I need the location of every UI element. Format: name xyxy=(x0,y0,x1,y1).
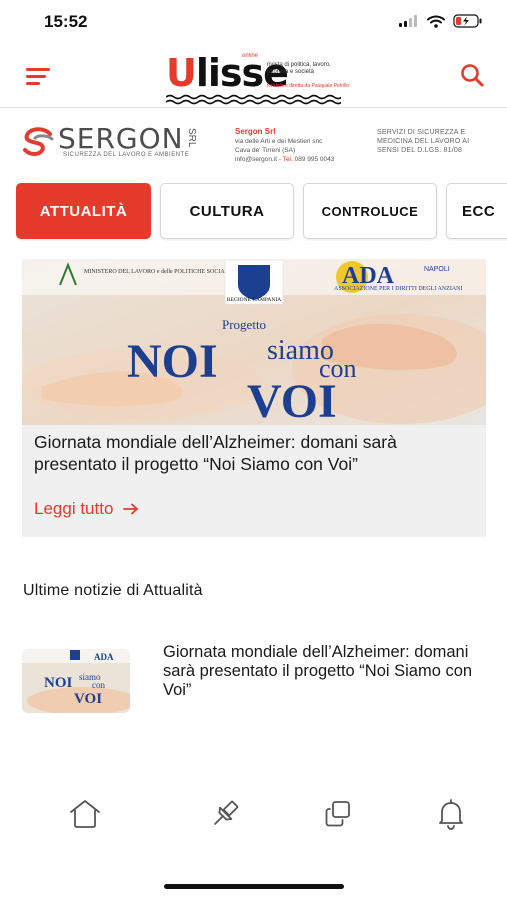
thumb-noi: NOI xyxy=(44,675,73,691)
section-title: Ultime notizie di Attualità xyxy=(23,582,203,599)
sergon-srl: SRL xyxy=(186,128,197,148)
region-name: REGIONE CAMPANIA xyxy=(227,297,281,303)
bell-icon xyxy=(439,799,463,830)
category-tabs: ATTUALITÀ CULTURA CONTROLUCE ECC xyxy=(16,183,507,241)
thumb-con: con xyxy=(92,680,105,690)
project-noi: NOI xyxy=(127,335,218,388)
ministry-name: MINISTERO DEL LAVORO e delle POLITICHE S… xyxy=(84,269,230,275)
sergon-logo-icon xyxy=(23,127,54,157)
wifi-icon xyxy=(427,15,445,28)
waves-icon xyxy=(166,94,341,105)
sergon-subtitle: SICUREZZA DEL LAVORO E AMBIENTE xyxy=(63,152,190,158)
bottom-nav xyxy=(0,788,507,846)
app-header: Ulisse online rivista di politica, lavor… xyxy=(0,46,507,108)
home-icon xyxy=(70,800,100,828)
arrow-right-icon xyxy=(123,503,139,515)
logo-online: online xyxy=(242,53,259,59)
tab-attualita[interactable]: ATTUALITÀ xyxy=(16,183,151,239)
sponsor-tel: 089 995 0043 xyxy=(294,156,335,163)
nav-notifications-button[interactable] xyxy=(429,792,473,836)
status-icons xyxy=(399,14,483,28)
news-thumbnail: ADA NOI siamo con VOI xyxy=(22,649,130,713)
menu-button[interactable] xyxy=(22,62,56,92)
sergon-name: SERGON xyxy=(58,122,184,155)
featured-image-art: MINISTERO DEL LAVORO e delle POLITICHE S… xyxy=(22,259,486,425)
menu-icon-line xyxy=(26,82,40,85)
search-button[interactable] xyxy=(457,60,489,92)
nav-pin-button[interactable] xyxy=(203,792,247,836)
logo-letter-u: U xyxy=(166,51,197,95)
ada-city: NAPOLI xyxy=(424,266,450,273)
thumb-voi: VOI xyxy=(74,691,102,707)
sponsor-services: SERVIZI DI SICUREZZA E MEDICINA DEL LAVO… xyxy=(377,129,470,154)
sponsor-banner[interactable]: SERGON SRL SICUREZZA DEL LAVORO E AMBIEN… xyxy=(0,118,507,170)
battery-charging-icon xyxy=(453,14,482,28)
copy-icon xyxy=(325,801,350,827)
status-time: 15:52 xyxy=(44,12,88,31)
list-item[interactable]: ADA NOI siamo con VOI Giornata mondiale … xyxy=(22,643,486,723)
read-more-link[interactable]: Leggi tutto xyxy=(34,499,139,519)
nav-copy-button[interactable] xyxy=(316,792,360,836)
nav-home-button[interactable] xyxy=(63,792,107,836)
sponsor-tel-label: Tel. xyxy=(282,156,293,163)
logo-tagline: rivista di politica, lavoro, impresa e s… xyxy=(267,62,331,75)
tab-ecc[interactable]: ECC xyxy=(446,183,507,239)
search-icon xyxy=(461,64,484,87)
tab-controluce[interactable]: CONTROLUCE xyxy=(303,183,437,239)
menu-icon xyxy=(26,68,50,71)
news-thumbnail-art: ADA NOI siamo con VOI xyxy=(22,649,130,713)
thumb-ada: ADA xyxy=(94,652,114,662)
logo-founder: fondata e diretta da Pasquale Petrillo xyxy=(267,83,349,89)
sponsor-contacts: info@sergon.it - Tel. 089 995 0043 xyxy=(235,156,335,163)
sponsor-company: Sergon Srl xyxy=(235,127,276,136)
tab-cultura[interactable]: CULTURA xyxy=(160,183,294,239)
featured-title[interactable]: Giornata mondiale dell’Alzheimer: domani… xyxy=(34,431,474,475)
project-voi: VOI xyxy=(247,375,337,425)
news-title[interactable]: Giornata mondiale dell’Alzheimer: domani… xyxy=(163,643,483,700)
sponsor-address: via delle Arti e dei Mestieri snc Cava d… xyxy=(235,137,365,164)
signal-icon xyxy=(399,15,417,27)
home-indicator xyxy=(164,884,344,889)
featured-image: MINISTERO DEL LAVORO e delle POLITICHE S… xyxy=(22,259,486,425)
menu-icon-line xyxy=(26,75,46,78)
status-bar: 15:52 xyxy=(0,0,507,46)
sponsor-address-line1: via delle Arti e dei Mestieri snc xyxy=(235,138,323,145)
featured-article[interactable]: MINISTERO DEL LAVORO e delle POLITICHE S… xyxy=(22,259,486,537)
read-more-label: Leggi tutto xyxy=(34,499,114,518)
sponsor-email: info@sergon.it xyxy=(235,156,278,163)
project-label: Progetto xyxy=(222,317,266,332)
sponsor-address-line2: Cava de' Tirreni (SA) xyxy=(235,147,296,154)
pin-icon xyxy=(214,800,239,825)
ada-subtitle: ASSOCIAZIONE PER I DIRITTI DEGLI ANZIANI xyxy=(334,286,462,292)
ulisse-logo: Ulisse online rivista di politica, lavor… xyxy=(166,51,349,106)
